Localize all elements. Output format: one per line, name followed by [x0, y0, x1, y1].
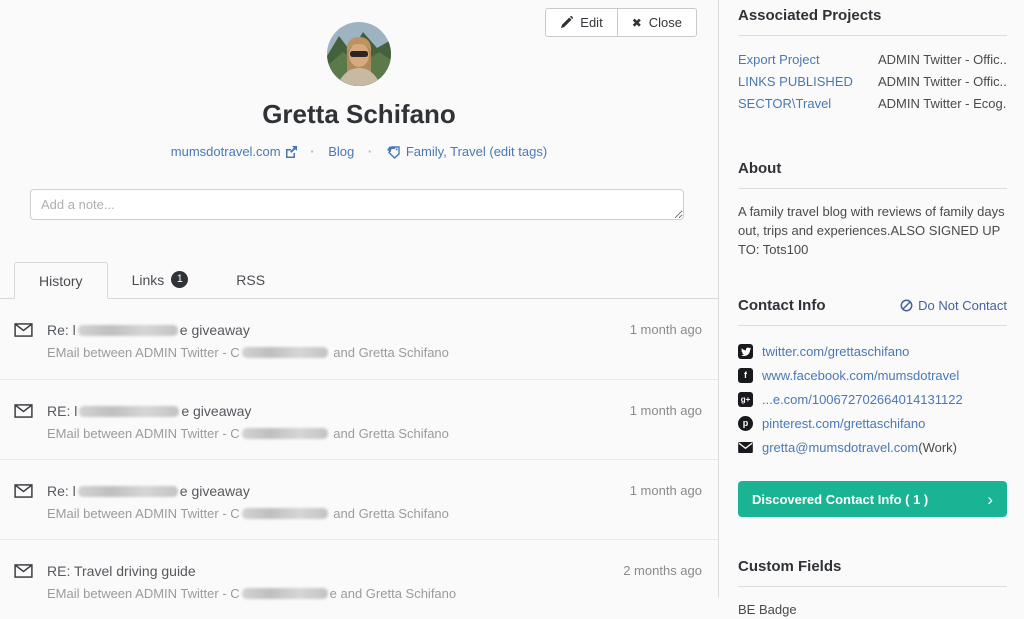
history-subtitle: EMail between ADMIN Twitter - Ce and Gre… — [47, 586, 611, 601]
discovered-contact-info-button[interactable]: Discovered Contact Info ( 1 ) › — [738, 481, 1007, 517]
tab-rss-label: RSS — [236, 272, 265, 288]
project-value: ADMIN Twitter - Offic... — [878, 49, 1007, 71]
history-title: Re: le giveaway — [47, 483, 618, 499]
contact-row: f www.facebook.com/mumsdotravel — [738, 363, 1007, 387]
redacted-text — [79, 406, 179, 417]
redacted-text — [242, 588, 328, 599]
avatar — [327, 22, 391, 86]
custom-field-label: BE Badge — [738, 602, 1007, 617]
divider — [738, 325, 1007, 326]
divider — [738, 188, 1007, 189]
contact-link[interactable]: twitter.com/grettaschifano — [762, 344, 909, 359]
history-item[interactable]: RE: le giveaway EMail between ADMIN Twit… — [0, 379, 718, 459]
project-value: ADMIN Twitter - Offic... — [878, 71, 1007, 93]
project-row: Export Project ADMIN Twitter - Offic... — [738, 49, 1007, 71]
contact-link[interactable]: pinterest.com/grettaschifano — [762, 416, 925, 431]
history-subtitle: EMail between ADMIN Twitter - C and Gret… — [47, 345, 618, 360]
page-title: Gretta Schifano — [0, 99, 718, 130]
tab-history[interactable]: History — [14, 262, 108, 299]
tab-rss[interactable]: RSS — [212, 261, 289, 298]
discovered-contact-info-label: Discovered Contact Info ( 1 ) — [752, 492, 928, 507]
category-link[interactable]: Blog — [328, 144, 354, 159]
tags-link[interactable]: Family, Travel (edit tags) — [406, 144, 547, 159]
redacted-text — [78, 325, 178, 336]
history-subtitle: EMail between ADMIN Twitter - C and Gret… — [47, 426, 618, 441]
email-icon — [14, 564, 33, 578]
header-actions: Edit ✖ Close — [545, 8, 697, 37]
project-link[interactable]: SECTOR\Travel — [738, 93, 878, 115]
redacted-text — [242, 428, 328, 439]
associated-projects-title: Associated Projects — [738, 7, 1007, 24]
tab-history-label: History — [39, 273, 83, 289]
contact-info-title: Contact Info — [738, 297, 826, 314]
googleplus-icon: g+ — [738, 392, 753, 407]
tab-bar: History Links 1 RSS — [0, 261, 718, 299]
divider — [738, 35, 1007, 36]
contact-link[interactable]: ...e.com/100672702664014131122 — [762, 392, 963, 407]
pinterest-icon: p — [738, 416, 753, 431]
history-timestamp: 1 month ago — [630, 483, 702, 498]
history-item[interactable]: Re: le giveaway EMail between ADMIN Twit… — [0, 459, 718, 539]
do-not-contact-icon — [900, 299, 913, 312]
projects-list: Export Project ADMIN Twitter - Offic... … — [738, 49, 1007, 115]
project-link[interactable]: Export Project — [738, 49, 878, 71]
contact-row: gretta@mumsdotravel.com (Work) — [738, 435, 1007, 459]
email-icon — [738, 440, 753, 455]
divider — [738, 586, 1007, 587]
email-icon — [14, 404, 33, 418]
twitter-icon — [738, 344, 753, 359]
edit-button[interactable]: Edit — [545, 8, 617, 37]
pencil-icon — [560, 16, 573, 29]
redacted-text — [78, 486, 178, 497]
chevron-right-icon: › — [987, 491, 993, 508]
close-icon: ✖ — [632, 16, 642, 30]
do-not-contact-link[interactable]: Do Not Contact — [900, 298, 1007, 313]
about-title: About — [738, 160, 1007, 177]
contact-list: twitter.com/grettaschifano f www.faceboo… — [738, 339, 1007, 459]
about-text: A family travel blog with reviews of fam… — [738, 202, 1007, 259]
edit-button-label: Edit — [580, 15, 602, 30]
history-item[interactable]: Re: le giveaway EMail between ADMIN Twit… — [0, 299, 718, 379]
contact-link[interactable]: www.facebook.com/mumsdotravel — [762, 368, 959, 383]
history-timestamp: 2 months ago — [623, 563, 702, 578]
custom-fields-title: Custom Fields — [738, 558, 1007, 575]
history-title: Re: le giveaway — [47, 322, 618, 338]
external-link-icon — [285, 146, 297, 158]
history-subtitle: EMail between ADMIN Twitter - C and Gret… — [47, 506, 618, 521]
meta-separator: · — [368, 144, 372, 159]
history-timestamp: 1 month ago — [630, 322, 702, 337]
sidebar: Associated Projects Export Project ADMIN… — [720, 0, 1024, 598]
contact-detail-panel: Edit ✖ Close Gretta Schifano mumsdotrave… — [0, 0, 719, 598]
facebook-icon: f — [738, 368, 753, 383]
links-count-badge: 1 — [171, 271, 188, 288]
project-link[interactable]: LINKS PUBLISHED — [738, 71, 878, 93]
project-row: LINKS PUBLISHED ADMIN Twitter - Offic... — [738, 71, 1007, 93]
email-icon — [14, 484, 33, 498]
redacted-text — [242, 508, 328, 519]
email-icon — [14, 323, 33, 337]
history-title: RE: le giveaway — [47, 403, 618, 419]
tab-links[interactable]: Links 1 — [108, 261, 213, 298]
tags-icon — [386, 146, 401, 159]
close-button[interactable]: ✖ Close — [617, 8, 697, 37]
website-link[interactable]: mumsdotravel.com — [171, 144, 281, 159]
contact-row: g+ ...e.com/100672702664014131122 — [738, 387, 1007, 411]
close-button-label: Close — [649, 15, 682, 30]
contact-row: p pinterest.com/grettaschifano — [738, 411, 1007, 435]
contact-link[interactable]: gretta@mumsdotravel.com — [762, 440, 918, 455]
contact-link-suffix: (Work) — [918, 440, 957, 455]
do-not-contact-label: Do Not Contact — [918, 298, 1007, 313]
history-list: Re: le giveaway EMail between ADMIN Twit… — [0, 299, 718, 619]
history-title: RE: Travel driving guide — [47, 563, 611, 579]
redacted-text — [242, 347, 328, 358]
tab-links-label: Links — [132, 272, 165, 288]
project-row: SECTOR\Travel ADMIN Twitter - Ecog... — [738, 93, 1007, 115]
history-item[interactable]: RE: Travel driving guide EMail between A… — [0, 539, 718, 619]
project-value: ADMIN Twitter - Ecog... — [878, 93, 1007, 115]
meta-separator: · — [310, 144, 314, 159]
history-timestamp: 1 month ago — [630, 403, 702, 418]
note-input[interactable] — [30, 189, 684, 220]
contact-row: twitter.com/grettaschifano — [738, 339, 1007, 363]
profile-meta: mumsdotravel.com · Blog · Family, Travel… — [0, 144, 718, 159]
